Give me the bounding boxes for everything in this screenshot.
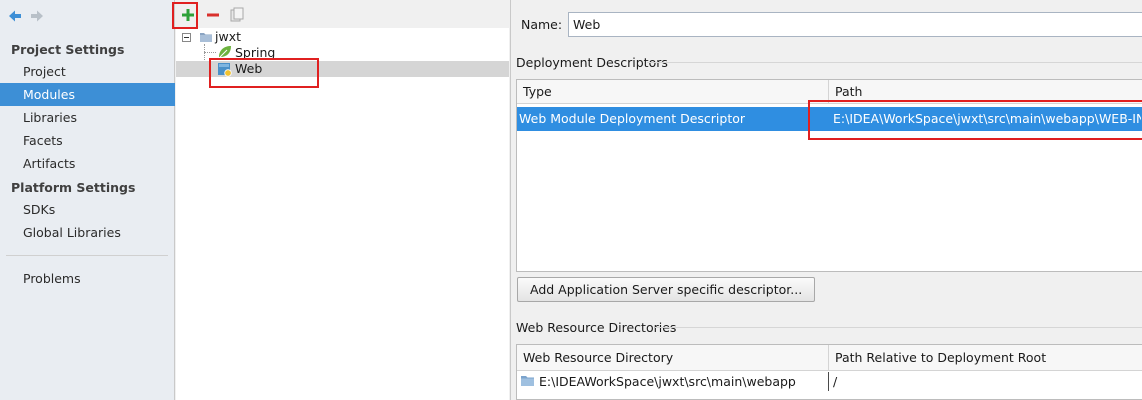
highlight-box-path [808, 100, 1142, 140]
highlight-box-web [209, 58, 319, 88]
group-divider [647, 62, 1142, 63]
tree-connector [204, 52, 216, 53]
sidebar-item-problems[interactable]: Problems [0, 267, 175, 290]
highlight-box-add [172, 2, 198, 29]
name-field[interactable]: Web [568, 12, 1142, 37]
tree-toolbar [176, 0, 509, 28]
column-header-directory[interactable]: Web Resource Directory [517, 345, 829, 371]
project-settings-heading: Project Settings [11, 42, 125, 57]
module-details-panel: Name: Web Deployment Descriptors Type Pa… [510, 0, 1142, 400]
settings-sidebar: Project Settings Project Modules Librari… [0, 0, 175, 400]
sidebar-item-artifacts[interactable]: Artifacts [0, 152, 175, 175]
sidebar-item-modules[interactable]: Modules [0, 83, 175, 106]
column-header-type[interactable]: Type [517, 80, 829, 104]
sidebar-item-sdks[interactable]: SDKs [0, 198, 175, 221]
sidebar-item-facets[interactable]: Facets [0, 129, 175, 152]
group-divider [655, 327, 1142, 328]
collapse-toggle[interactable] [182, 33, 191, 42]
resource-directory-cell: E:\IDEAWorkSpace\jwxt\src\main\webapp [539, 374, 796, 389]
module-tree-panel: jwxt Spring Web [172, 0, 509, 400]
copy-icon[interactable] [228, 6, 246, 24]
relative-path-cell[interactable]: / [831, 372, 1131, 391]
column-header-relative-path[interactable]: Path Relative to Deployment Root [829, 345, 1142, 371]
tree-root-label[interactable]: jwxt [215, 29, 241, 44]
back-arrow-icon[interactable] [7, 8, 23, 24]
sidebar-item-global-libraries[interactable]: Global Libraries [0, 221, 175, 244]
text-cursor [828, 372, 829, 391]
sidebar-item-project[interactable]: Project [0, 60, 175, 83]
table-row[interactable]: E:\IDEAWorkSpace\jwxt\src\main\webapp / [517, 372, 1142, 391]
web-resource-table: Web Resource Directory Path Relative to … [516, 344, 1142, 400]
web-resource-directories-title: Web Resource Directories [516, 320, 677, 335]
deployment-descriptors-title: Deployment Descriptors [516, 55, 668, 70]
name-label: Name: [521, 17, 563, 32]
module-folder-icon [199, 30, 213, 47]
platform-settings-heading: Platform Settings [11, 180, 136, 195]
minus-icon[interactable] [204, 6, 222, 24]
sidebar-divider [6, 255, 168, 256]
add-server-descriptor-button[interactable]: Add Application Server specific descript… [517, 277, 816, 302]
sidebar-item-libraries[interactable]: Libraries [0, 106, 175, 129]
nav-arrows [7, 8, 45, 24]
folder-icon [520, 374, 535, 391]
forward-arrow-icon[interactable] [29, 8, 45, 24]
descriptor-type-cell: Web Module Deployment Descriptor [519, 111, 746, 126]
